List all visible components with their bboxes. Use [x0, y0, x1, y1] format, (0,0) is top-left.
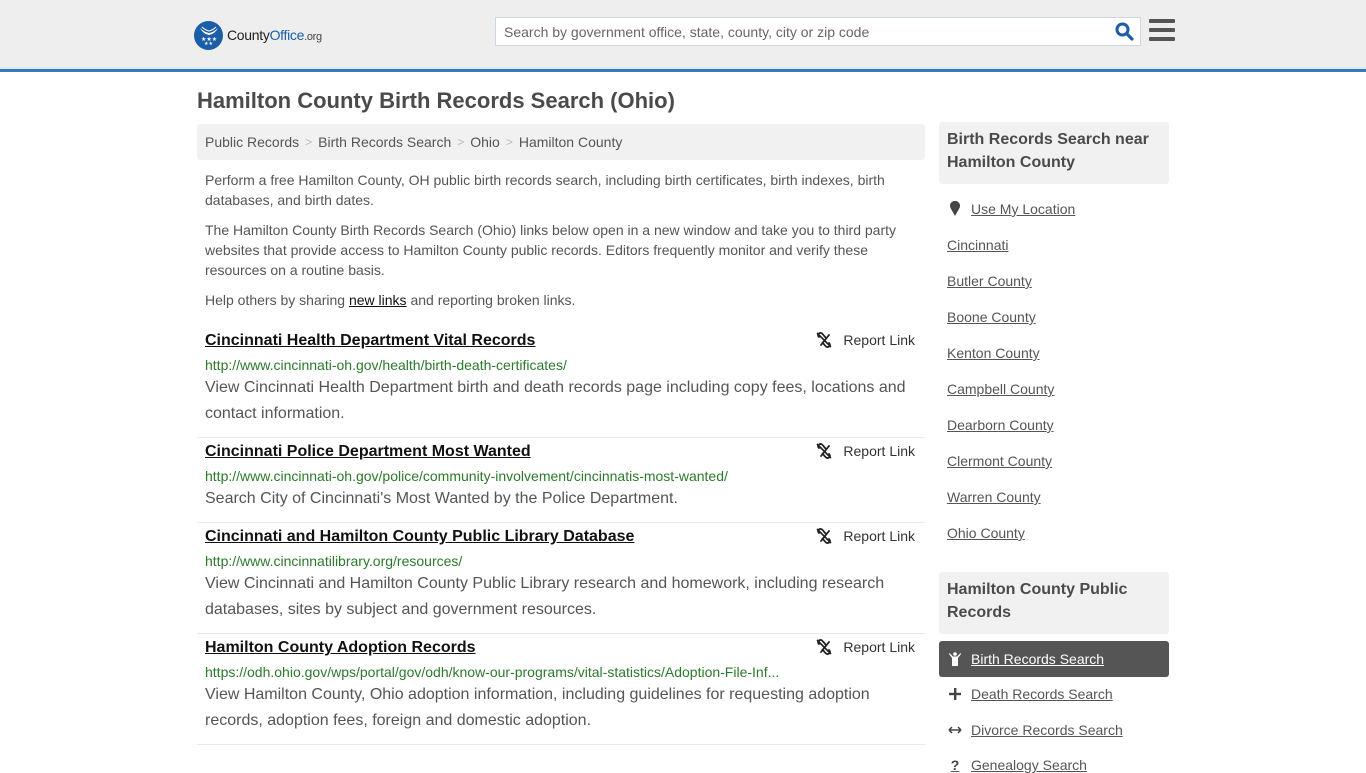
nearby-heading: Birth Records Search near Hamilton Count…: [939, 122, 1169, 184]
result-url: http://www.cincinnatilibrary.org/resourc…: [205, 553, 463, 569]
intro-paragraph-2: The Hamilton County Birth Records Search…: [205, 222, 897, 278]
result-url: http://www.cincinnati-oh.gov/health/birt…: [205, 357, 567, 373]
report-link-button[interactable]: Report Link: [816, 332, 915, 348]
result-item: Cincinnati Health Department Vital Recor…: [197, 327, 925, 438]
results-list: Cincinnati Health Department Vital Recor…: [197, 327, 925, 745]
use-my-location-link[interactable]: Use My Location: [947, 201, 1075, 217]
report-link-button[interactable]: Report Link: [816, 639, 915, 655]
breadcrumb-separator: >: [457, 135, 465, 149]
sidebar-item-genealogy-search[interactable]: ? Genealogy Search: [947, 757, 1087, 773]
broken-link-icon: [816, 528, 832, 544]
result-title-link[interactable]: Cincinnati and Hamilton County Public Li…: [205, 527, 634, 547]
broken-link-icon: [816, 639, 832, 655]
nearby-link-campbell-county[interactable]: Campbell County: [947, 381, 1054, 397]
result-title-link[interactable]: Hamilton County Adoption Records: [205, 638, 476, 658]
result-url: http://www.cincinnati-oh.gov/police/comm…: [205, 468, 728, 484]
breadcrumb: Public Records > Birth Records Search > …: [197, 124, 925, 160]
sidebar-item-death-records-search[interactable]: Death Records Search: [947, 686, 1113, 702]
question-icon: ?: [950, 757, 960, 773]
broken-link-icon: [816, 332, 832, 348]
map-pin-icon: [947, 201, 963, 217]
eagle-stars-logo-icon: ★★★ ★★: [194, 20, 223, 50]
result-item: Cincinnati and Hamilton County Public Li…: [197, 523, 925, 634]
plus-cross-icon: [947, 688, 963, 700]
svg-text:★★: ★★: [204, 41, 213, 45]
breadcrumb-separator: >: [305, 135, 313, 149]
sidebar-item-birth-records-search[interactable]: Birth Records Search: [939, 641, 1169, 677]
nearby-link-warren-county[interactable]: Warren County: [947, 489, 1041, 505]
breadcrumb-hamilton-county[interactable]: Hamilton County: [519, 134, 623, 150]
public-records-heading: Hamilton County Public Records: [939, 572, 1169, 634]
nearby-link-boone-county[interactable]: Boone County: [947, 309, 1036, 325]
site-logo[interactable]: ★★★ ★★ CountyOffice.org: [194, 20, 322, 50]
sidebar-item-divorce-records-search[interactable]: Divorce Records Search: [947, 722, 1123, 738]
search-button[interactable]: [1108, 18, 1140, 45]
search-icon: [1115, 22, 1134, 41]
nearby-link-cincinnati[interactable]: Cincinnati: [947, 237, 1008, 253]
child-icon: [947, 652, 963, 666]
nearby-link-dearborn-county[interactable]: Dearborn County: [947, 417, 1054, 433]
report-link-button[interactable]: Report Link: [816, 443, 915, 459]
broken-link-icon: [816, 443, 832, 459]
nearby-link-butler-county[interactable]: Butler County: [947, 273, 1032, 289]
intro-text: Perform a free Hamilton County, OH publi…: [205, 170, 915, 320]
site-header: ★★★ ★★ CountyOffice.org: [0, 0, 1366, 72]
new-links-link[interactable]: new links: [349, 292, 407, 308]
report-link-button[interactable]: Report Link: [816, 528, 915, 544]
result-item: Cincinnati Police Department Most Wanted…: [197, 438, 925, 523]
intro-paragraph-1: Perform a free Hamilton County, OH publi…: [205, 172, 885, 208]
breadcrumb-public-records[interactable]: Public Records: [205, 134, 299, 150]
logo-wordmark: CountyOffice.org: [227, 27, 322, 43]
nearby-link-ohio-county[interactable]: Ohio County: [947, 525, 1025, 541]
nearby-link-clermont-county[interactable]: Clermont County: [947, 453, 1052, 469]
intro-paragraph-3: Help others by sharing new links and rep…: [205, 292, 576, 308]
breadcrumb-separator: >: [505, 135, 513, 149]
search-input[interactable]: [496, 18, 1108, 45]
search-bar: [495, 17, 1141, 46]
breadcrumb-birth-records-search[interactable]: Birth Records Search: [318, 134, 451, 150]
result-item: Hamilton County Adoption Records Report …: [197, 634, 925, 745]
nearby-link-kenton-county[interactable]: Kenton County: [947, 345, 1040, 361]
result-url: https://odh.ohio.gov/wps/portal/gov/odh/…: [205, 664, 780, 680]
result-description: Search City of Cincinnati's Most Wanted …: [205, 490, 678, 507]
left-right-arrow-icon: [947, 725, 963, 735]
result-description: View Cincinnati Health Department birth …: [205, 379, 906, 422]
breadcrumb-ohio[interactable]: Ohio: [470, 134, 500, 150]
result-title-link[interactable]: Cincinnati Health Department Vital Recor…: [205, 331, 535, 351]
result-description: View Cincinnati and Hamilton County Publ…: [205, 575, 885, 618]
page-title: Hamilton County Birth Records Search (Oh…: [197, 88, 675, 113]
hamburger-menu-icon[interactable]: [1149, 19, 1175, 43]
result-description: View Hamilton County, Ohio adoption info…: [205, 686, 870, 729]
result-title-link[interactable]: Cincinnati Police Department Most Wanted: [205, 442, 531, 462]
